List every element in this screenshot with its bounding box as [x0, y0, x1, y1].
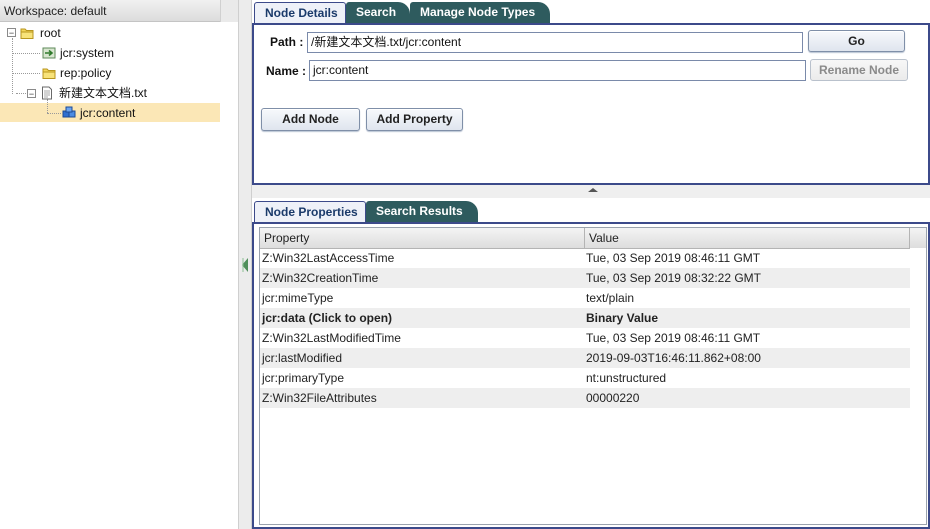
system-node-icon	[42, 47, 56, 59]
path-input[interactable]: /新建文本文档.txt/jcr:content	[307, 32, 803, 53]
property-value: 2019-09-03T16:46:11.862+08:00	[586, 351, 761, 365]
tree-toggle-root[interactable]: −	[7, 28, 16, 38]
table-header: Property Value	[260, 228, 926, 249]
tree-connector	[12, 73, 40, 74]
rename-node-button[interactable]: Rename Node	[810, 59, 908, 81]
table-row[interactable]: jcr:primaryType nt:unstructured	[260, 368, 910, 388]
collapse-up-icon[interactable]	[586, 186, 600, 194]
tree-connector	[16, 93, 26, 94]
property-value: Binary Value	[586, 311, 659, 325]
table-row[interactable]: Z:Win32FileAttributes 00000220	[260, 388, 910, 408]
path-label: Path :	[270, 35, 304, 49]
property-value: nt:unstructured	[586, 371, 667, 385]
workspace-header: Workspace: default	[0, 0, 220, 22]
table-row[interactable]: jcr:lastModified 2019-09-03T16:46:11.862…	[260, 348, 910, 368]
property-name: Z:Win32FileAttributes	[262, 391, 377, 405]
property-name: Z:Win32LastModifiedTime	[262, 331, 401, 345]
tree-connector	[47, 99, 48, 113]
property-name-link[interactable]: jcr:data (Click to open)	[262, 308, 392, 328]
tree-toggle-file[interactable]: −	[27, 89, 36, 99]
tab-manage-node-types[interactable]: Manage Node Types	[410, 2, 550, 23]
table-row[interactable]: Z:Win32CreationTime Tue, 03 Sep 2019 08:…	[260, 268, 910, 288]
tree-connector	[47, 113, 61, 114]
tree-header-spacer	[220, 0, 239, 22]
tab-search[interactable]: Search	[346, 2, 410, 23]
file-icon	[42, 86, 52, 100]
go-button[interactable]: Go	[808, 30, 905, 52]
tree-item-rep-policy[interactable]: rep:policy	[60, 64, 111, 82]
tree-item-jcr-content[interactable]: jcr:content	[80, 104, 135, 122]
tree-item-root[interactable]: root	[40, 24, 61, 42]
table-row[interactable]: jcr:data (Click to open) Binary Value	[260, 308, 910, 328]
add-property-button[interactable]: Add Property	[366, 108, 463, 131]
property-value: Tue, 03 Sep 2019 08:46:11 GMT	[586, 251, 761, 265]
tree-connector	[12, 53, 40, 54]
table-row[interactable]: jcr:mimeType text/plain	[260, 288, 910, 308]
property-name: jcr:mimeType	[262, 291, 334, 305]
property-value: Tue, 03 Sep 2019 08:32:22 GMT	[586, 271, 762, 285]
table-scrollbar[interactable]	[910, 248, 926, 524]
add-node-button[interactable]: Add Node	[261, 108, 360, 131]
tree-item-file[interactable]: 新建文本文档.txt	[59, 84, 147, 102]
content-node-icon	[62, 106, 76, 118]
top-tab-bar: Node Details Search Manage Node Types	[252, 0, 930, 24]
tree-panel: Workspace: default − root jcr:system rep…	[0, 0, 239, 529]
column-header-property[interactable]: Property	[260, 228, 585, 248]
property-value: 00000220	[586, 391, 640, 405]
tree-connector	[12, 38, 13, 94]
table-row[interactable]: Z:Win32LastModifiedTime Tue, 03 Sep 2019…	[260, 328, 910, 348]
tree-item-jcr-system[interactable]: jcr:system	[60, 44, 114, 62]
tab-search-results[interactable]: Search Results	[366, 201, 478, 222]
property-name: Z:Win32LastAccessTime	[262, 251, 395, 265]
property-name: jcr:primaryType	[262, 371, 345, 385]
property-value: text/plain	[586, 291, 635, 305]
properties-table: Property Value Z:Win32LastAccessTime Tue…	[259, 227, 927, 525]
bottom-tab-bar: Node Properties Search Results	[252, 199, 930, 223]
table-row[interactable]: Z:Win32LastAccessTime Tue, 03 Sep 2019 0…	[260, 248, 910, 268]
folder-icon	[20, 28, 34, 39]
property-value: Tue, 03 Sep 2019 08:46:11 GMT	[586, 331, 761, 345]
column-header-value[interactable]: Value	[585, 228, 910, 248]
tab-node-properties[interactable]: Node Properties	[254, 201, 366, 222]
name-label: Name :	[266, 64, 307, 78]
folder-icon	[42, 68, 56, 79]
collapse-left-icon[interactable]	[240, 256, 250, 274]
tab-node-details[interactable]: Node Details	[254, 2, 346, 23]
property-name: Z:Win32CreationTime	[262, 271, 379, 285]
name-input[interactable]: jcr:content	[309, 60, 806, 81]
property-name: jcr:lastModified	[262, 351, 343, 365]
